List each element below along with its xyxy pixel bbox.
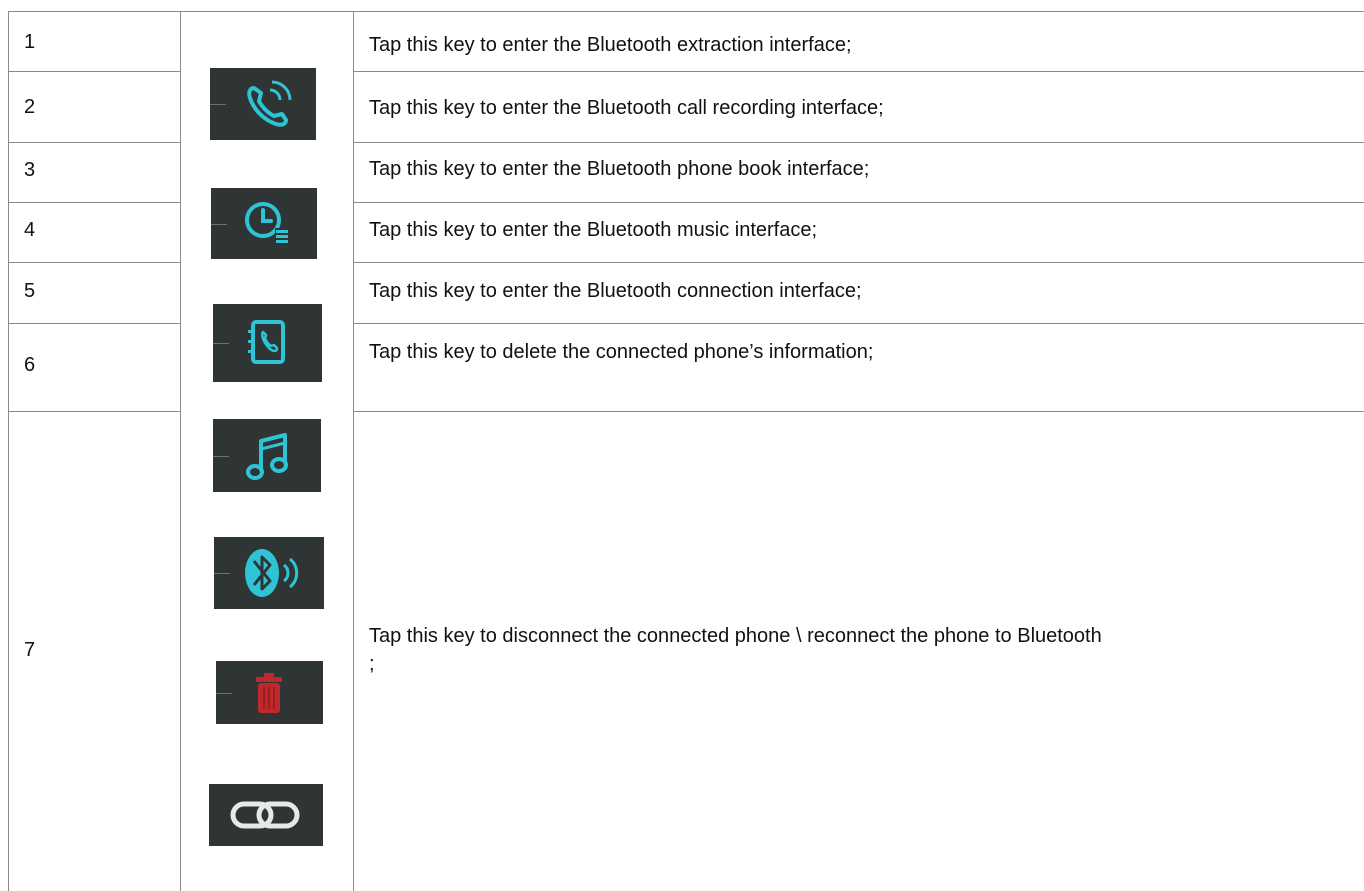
row-number-7: 7 — [24, 639, 36, 661]
clock-glyph — [245, 202, 289, 244]
row-separator — [8, 202, 180, 203]
row-separator — [353, 71, 1364, 72]
music-note-glyph — [246, 433, 288, 480]
row-separator — [8, 142, 180, 143]
row-number-5: 5 — [24, 280, 36, 302]
call-history-clock-icon[interactable] — [211, 188, 317, 259]
row-separator — [8, 262, 180, 263]
row-number-4: 4 — [24, 219, 36, 241]
row-description-7: Tap this key to disconnect the connected… — [369, 625, 1102, 647]
row-description-3: Tap this key to enter the Bluetooth phon… — [369, 158, 870, 180]
row-number-6: 6 — [24, 354, 36, 376]
link-glyph — [230, 801, 300, 829]
row-separator — [353, 202, 1364, 203]
row-separator — [8, 411, 180, 412]
row-separator — [353, 142, 1364, 143]
row-description-7-continuation: ; — [369, 653, 375, 675]
row-number-3: 3 — [24, 159, 36, 181]
row-description-1: Tap this key to enter the Bluetooth extr… — [369, 34, 852, 56]
phone-book-glyph — [248, 320, 285, 364]
trash-glyph — [256, 673, 282, 713]
row-separator — [353, 262, 1364, 263]
row-description-2: Tap this key to enter the Bluetooth call… — [369, 97, 884, 119]
column-divider-number — [180, 11, 181, 891]
row-separator — [8, 323, 180, 324]
row-number-2: 2 — [24, 96, 36, 118]
table-top-border — [8, 11, 1364, 12]
row-separator — [8, 71, 180, 72]
row-description-5: Tap this key to enter the Bluetooth conn… — [369, 280, 862, 302]
row-description-6: Tap this key to delete the connected pho… — [369, 341, 874, 363]
phone-call-glyph — [247, 80, 292, 127]
phone-call-icon[interactable] — [210, 68, 316, 140]
table-left-border — [8, 11, 9, 891]
phone-book-icon[interactable] — [213, 304, 322, 382]
music-note-icon[interactable] — [213, 419, 321, 492]
link-icon[interactable] — [209, 784, 323, 846]
row-separator — [353, 323, 1364, 324]
row-number-1: 1 — [24, 31, 36, 53]
bluetooth-glyph — [245, 549, 299, 597]
row-separator — [353, 411, 1364, 412]
bluetooth-speaker-icon[interactable] — [214, 537, 324, 609]
row-description-4: Tap this key to enter the Bluetooth musi… — [369, 219, 818, 241]
trash-icon[interactable] — [216, 661, 323, 724]
column-divider-icon — [353, 11, 354, 891]
